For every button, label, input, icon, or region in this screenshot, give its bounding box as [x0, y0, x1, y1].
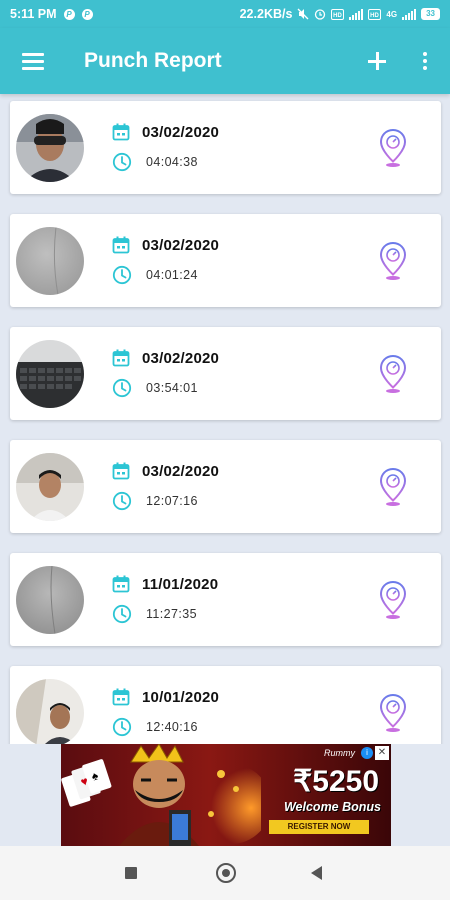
punch-date: 03/02/2020 — [142, 123, 220, 141]
home-icon[interactable] — [216, 863, 236, 883]
location-pin-icon[interactable] — [379, 354, 407, 394]
time-row: 04:01:24 — [112, 265, 198, 285]
clock-icon — [112, 265, 132, 285]
status-time: 5:11 PM — [10, 7, 57, 21]
network-speed: 22.2KB/s — [239, 7, 293, 21]
svg-text:HD: HD — [371, 13, 380, 19]
location-pin-icon[interactable] — [379, 467, 407, 507]
avatar — [16, 453, 84, 521]
ad-info-icon[interactable]: i — [361, 747, 373, 759]
recents-icon[interactable] — [125, 867, 137, 879]
punch-card[interactable]: 11/01/2020 11:27:35 — [10, 553, 441, 646]
punch-date: 11/01/2020 — [142, 575, 219, 593]
location-pin-icon[interactable] — [379, 241, 407, 281]
calendar-icon — [112, 236, 130, 254]
volte-icon: HD — [331, 8, 345, 20]
punch-card[interactable]: 03/02/2020 04:01:24 — [10, 214, 441, 307]
time-row: 04:04:38 — [112, 152, 198, 172]
date-row: 03/02/2020 — [112, 462, 219, 480]
punch-date: 03/02/2020 — [142, 462, 220, 480]
menu-icon[interactable] — [22, 53, 44, 70]
punch-date: 03/02/2020 — [142, 349, 220, 367]
app-bar: Punch Report — [0, 28, 450, 94]
date-row: 03/02/2020 — [112, 349, 219, 367]
notification-p-icon: P — [63, 8, 75, 20]
avatar — [16, 566, 84, 634]
location-pin-icon[interactable] — [379, 693, 407, 733]
calendar-icon — [112, 349, 130, 367]
time-row: 03:54:01 — [112, 378, 198, 398]
punch-time: 03:54:01 — [146, 381, 198, 395]
avatar — [16, 114, 84, 182]
ad-brand: Rummy — [324, 748, 355, 758]
clock-icon — [112, 604, 132, 624]
clock-icon — [112, 378, 132, 398]
punch-card[interactable]: 10/01/2020 12:40:16 — [10, 666, 441, 744]
calendar-icon — [112, 123, 130, 141]
status-bar: 5:11 PM P P 22.2KB/s HD HD 4G 33 — [0, 0, 450, 28]
punch-card[interactable]: 03/02/2020 04:04:38 — [10, 101, 441, 194]
punch-list[interactable]: 03/02/2020 04:04:38 03/02/2020 04:01:24 — [0, 94, 450, 744]
alarm-icon — [315, 9, 326, 20]
ad-character-illustration: ♥ ♠ — [61, 744, 261, 846]
ad-banner[interactable]: ♥ ♠ i ✕ Rummy ₹5250 Welcome Bonus REGISTE… — [61, 744, 391, 846]
ad-amount: ₹5250 — [293, 765, 379, 798]
battery-icon: 33 — [421, 8, 440, 20]
ad-register-button[interactable]: REGISTER NOW — [269, 820, 369, 834]
ad-bonus: Welcome Bonus — [283, 800, 381, 814]
ad-close-icon[interactable]: ✕ — [375, 746, 389, 760]
signal-icon-2 — [402, 8, 417, 20]
volte-icon-2: HD — [368, 8, 382, 20]
date-row: 03/02/2020 — [112, 123, 219, 141]
avatar — [16, 227, 84, 295]
more-vert-icon[interactable] — [422, 52, 428, 70]
clock-icon — [112, 717, 132, 737]
system-nav-bar — [0, 846, 450, 900]
calendar-icon — [112, 688, 130, 706]
notification-p-icon: P — [81, 8, 93, 20]
add-icon[interactable] — [368, 52, 386, 70]
page-title: Punch Report — [84, 49, 222, 72]
punch-date: 10/01/2020 — [142, 688, 220, 706]
punch-time: 11:27:35 — [146, 607, 197, 621]
punch-card[interactable]: 03/02/2020 03:54:01 — [10, 327, 441, 420]
location-pin-icon[interactable] — [379, 128, 407, 168]
date-row: 10/01/2020 — [112, 688, 219, 706]
punch-time: 12:40:16 — [146, 720, 198, 734]
avatar — [16, 679, 84, 744]
mute-icon — [297, 8, 309, 20]
time-row: 12:07:16 — [112, 491, 198, 511]
avatar — [16, 340, 84, 408]
clock-icon — [112, 152, 132, 172]
calendar-icon — [112, 575, 130, 593]
network-type: 4G — [386, 9, 398, 19]
punch-date: 03/02/2020 — [142, 236, 220, 254]
clock-icon — [112, 491, 132, 511]
signal-icon — [349, 8, 364, 20]
date-row: 11/01/2020 — [112, 575, 218, 593]
back-icon[interactable] — [311, 866, 322, 880]
calendar-icon — [112, 462, 130, 480]
time-row: 12:40:16 — [112, 717, 198, 737]
punch-card[interactable]: 03/02/2020 12:07:16 — [10, 440, 441, 533]
date-row: 03/02/2020 — [112, 236, 219, 254]
punch-time: 04:01:24 — [146, 268, 198, 282]
location-pin-icon[interactable] — [379, 580, 407, 620]
punch-time: 12:07:16 — [146, 494, 198, 508]
svg-text:HD: HD — [334, 13, 343, 19]
punch-time: 04:04:38 — [146, 155, 198, 169]
time-row: 11:27:35 — [112, 604, 197, 624]
